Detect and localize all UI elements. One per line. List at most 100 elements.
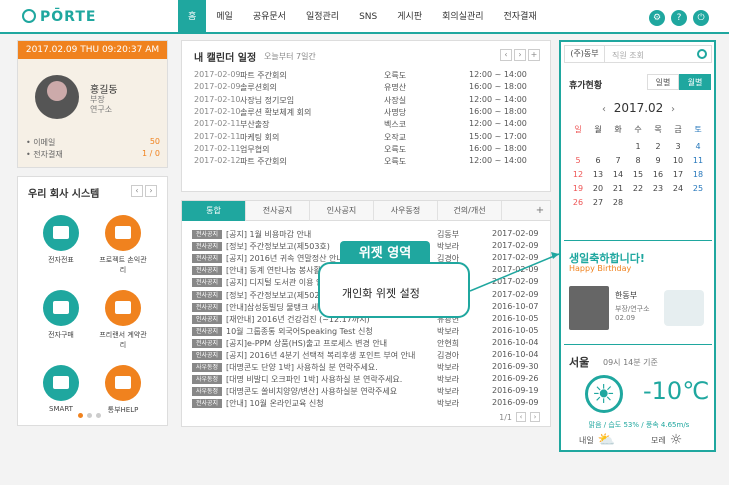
system-item-purchase[interactable]: 전자구매 bbox=[36, 290, 86, 340]
tab-company-notice[interactable]: 전사공지 bbox=[246, 201, 310, 221]
system-title: 우리 회사 시스템 bbox=[28, 189, 100, 200]
nav-item-board[interactable]: 게시판 bbox=[387, 0, 432, 34]
next-button[interactable]: › bbox=[514, 49, 526, 61]
calendar-day[interactable]: 8 bbox=[628, 156, 648, 165]
tab-daily[interactable]: 일별 bbox=[647, 74, 679, 90]
calendar-day[interactable]: 11 bbox=[688, 156, 708, 165]
avatar[interactable] bbox=[35, 75, 79, 119]
calendar-day[interactable]: 28 bbox=[608, 198, 628, 207]
nav-item-approval[interactable]: 전자결재 bbox=[494, 0, 547, 34]
board-row[interactable]: 사우동정 [대명콘도 쏠비치양양/변산] 사용하실분 연락주세요 박보라 2016-0… bbox=[192, 386, 542, 397]
calendar-event-row[interactable]: 2017-02-10 사장님 정기모임 사장실 12:00 ~ 14:00 bbox=[194, 95, 544, 107]
company-select[interactable]: (주)동부 bbox=[565, 46, 605, 62]
calendar-subtitle: 오늘부터 7일간 bbox=[264, 52, 316, 61]
month-selector: ‹ 2017.02 › bbox=[602, 101, 675, 115]
calendar-day[interactable]: 7 bbox=[608, 156, 628, 165]
tab-staff-news[interactable]: 사우동정 bbox=[374, 201, 438, 221]
calendar-day[interactable]: 6 bbox=[588, 156, 608, 165]
board-row[interactable]: 전사공지 [안내] 10월 온라인교육 신청 박보라 2016-09-09 bbox=[192, 398, 542, 409]
vacation-tabs: 일별 월별 bbox=[647, 74, 711, 90]
add-button[interactable]: + bbox=[528, 49, 540, 61]
calendar-event-row[interactable]: 2017-02-11 업무협의 오륙도 16:00 ~ 18:00 bbox=[194, 144, 544, 156]
forecast-day-after: 모레 ☼ bbox=[651, 432, 683, 448]
board-row[interactable]: 인사공지 [공지] 2016년 4분기 선택적 복리후생 포인트 부여 안내 김경아… bbox=[192, 350, 542, 361]
widget-area: (주)동부 직원 조회 휴가현황 일별 월별 ‹ 2017.02 › 일월화수목… bbox=[559, 40, 716, 452]
calendar-day[interactable]: 5 bbox=[568, 156, 588, 165]
calendar-event-row[interactable]: 2017-02-10 솔루션 확보체계 회의 사명당 16:00 ~ 18:00 bbox=[194, 107, 544, 119]
nav-item-sns[interactable]: SNS bbox=[349, 0, 387, 34]
system-item-freelancer[interactable]: 프리랜서 계약관리 bbox=[98, 290, 148, 350]
next-page-button[interactable]: › bbox=[530, 412, 540, 422]
help-icon[interactable]: ? bbox=[671, 10, 687, 26]
tab-suggestion[interactable]: 건의/개선 bbox=[438, 201, 502, 221]
system-item-help[interactable]: 통부HELP bbox=[98, 365, 148, 415]
prev-button[interactable]: ‹ bbox=[131, 185, 143, 197]
calendar-day[interactable]: 22 bbox=[628, 184, 648, 193]
nav-item-schedule[interactable]: 일정관리 bbox=[296, 0, 349, 34]
logo[interactable]: PŌRTE bbox=[22, 9, 96, 25]
calendar-day[interactable]: 10 bbox=[668, 156, 688, 165]
prev-page-button[interactable]: ‹ bbox=[516, 412, 526, 422]
tab-hr-notice[interactable]: 인사공지 bbox=[310, 201, 374, 221]
system-item-voucher[interactable]: 전자전표 bbox=[36, 215, 86, 265]
nav-item-meeting-room[interactable]: 회의실관리 bbox=[432, 0, 493, 34]
calendar-event-row[interactable]: 2017-02-11 부산출장 벡스코 12:00 ~ 14:00 bbox=[194, 119, 544, 131]
board-row[interactable]: 사우동정 [대명콘도 단양 1박] 사용하실 분 연락주세요. 박보라 2016-09… bbox=[192, 362, 542, 373]
calendar-day[interactable]: 15 bbox=[628, 170, 648, 179]
tab-monthly[interactable]: 월별 bbox=[679, 74, 711, 90]
weather-city: 서울 bbox=[569, 356, 590, 369]
calendar-day[interactable]: 16 bbox=[648, 170, 668, 179]
next-button[interactable]: › bbox=[145, 185, 157, 197]
search-icon[interactable] bbox=[697, 49, 707, 59]
nav-item-mail[interactable]: 메일 bbox=[206, 0, 243, 34]
weather-time: 09시 14분 기준 bbox=[603, 358, 658, 367]
nav-item-shared-docs[interactable]: 공유문서 bbox=[243, 0, 296, 34]
board-row[interactable]: 전사공지 [공지] 1월 비용마감 안내 김동부 2017-02-09 bbox=[192, 229, 542, 240]
gear-icon[interactable]: ⚙ bbox=[649, 10, 665, 26]
power-icon[interactable]: ⏻ bbox=[693, 10, 709, 26]
prev-month-button[interactable]: ‹ bbox=[602, 104, 606, 115]
nav-item-home[interactable]: 홈 bbox=[178, 0, 207, 34]
mail-count-row[interactable]: • 이메일 50 bbox=[26, 137, 160, 148]
calendar-day[interactable]: 20 bbox=[588, 184, 608, 193]
calendar-day[interactable]: 26 bbox=[568, 198, 588, 207]
calendar-event-row[interactable]: 2017-02-11 마케팅 회의 오작교 15:00 ~ 17:00 bbox=[194, 132, 544, 144]
calendar-event-row[interactable]: 2017-02-09 파트 주간회의 오륙도 12:00 ~ 14:00 bbox=[194, 70, 544, 82]
calendar-day[interactable]: 25 bbox=[688, 184, 708, 193]
add-tab-button[interactable]: + bbox=[530, 201, 550, 221]
calendar-day[interactable]: 14 bbox=[608, 170, 628, 179]
calendar-day[interactable]: 12 bbox=[568, 170, 588, 179]
calendar-day[interactable]: 9 bbox=[648, 156, 668, 165]
calendar-day[interactable]: 1 bbox=[628, 142, 648, 151]
system-item-smart[interactable]: SMART bbox=[36, 365, 86, 413]
calendar-day[interactable]: 2 bbox=[648, 142, 668, 151]
next-month-button[interactable]: › bbox=[671, 104, 675, 115]
calendar-day[interactable]: 3 bbox=[668, 142, 688, 151]
calendar-event-row[interactable]: 2017-02-09 솔루션회의 유명산 16:00 ~ 18:00 bbox=[194, 82, 544, 94]
logo-icon bbox=[22, 9, 36, 23]
tab-all[interactable]: 통합 bbox=[182, 201, 246, 221]
calendar-day bbox=[668, 198, 688, 207]
search-input[interactable]: 직원 조회 bbox=[612, 50, 644, 61]
calendar-day[interactable]: 17 bbox=[668, 170, 688, 179]
calendar-day[interactable]: 24 bbox=[668, 184, 688, 193]
calendar-event-row[interactable]: 2017-02-12 파트 주간회의 오륙도 12:00 ~ 14:00 bbox=[194, 156, 544, 168]
board-row[interactable]: 사우동정 [대명 비발디 오크파인 1박] 사용하실 분 연락주세요. 박보라 201… bbox=[192, 374, 542, 385]
top-bar: PŌRTE 홈 메일 공유문서 일정관리 SNS 게시판 회의실관리 전자결재 … bbox=[0, 0, 729, 34]
board-row[interactable]: 전사공지 [공지]e-PPM 상품(HS)출고 프로세스 변경 안내 안현희 2016… bbox=[192, 338, 542, 349]
system-item-project-profit[interactable]: 프로젝트 손익관리 bbox=[98, 215, 148, 275]
calendar-day[interactable]: 23 bbox=[648, 184, 668, 193]
prev-button[interactable]: ‹ bbox=[500, 49, 512, 61]
calendar-day[interactable]: 19 bbox=[568, 184, 588, 193]
pagination-dots bbox=[78, 413, 101, 418]
approval-count-row[interactable]: • 전자결재 1 / 0 bbox=[26, 149, 160, 160]
birthday-avatar[interactable] bbox=[569, 286, 609, 330]
calendar-day[interactable]: 4 bbox=[688, 142, 708, 151]
calendar-day bbox=[648, 198, 668, 207]
main-nav: 홈 메일 공유문서 일정관리 SNS 게시판 회의실관리 전자결재 bbox=[178, 0, 547, 34]
calendar-day[interactable]: 21 bbox=[608, 184, 628, 193]
calendar-day[interactable]: 27 bbox=[588, 198, 608, 207]
calendar-day[interactable]: 13 bbox=[588, 170, 608, 179]
board-row[interactable]: 전사공지 10월 그룹종통 외국어Speaking Test 신청 박보라 2016-… bbox=[192, 326, 542, 337]
calendar-day[interactable]: 18 bbox=[688, 170, 708, 179]
